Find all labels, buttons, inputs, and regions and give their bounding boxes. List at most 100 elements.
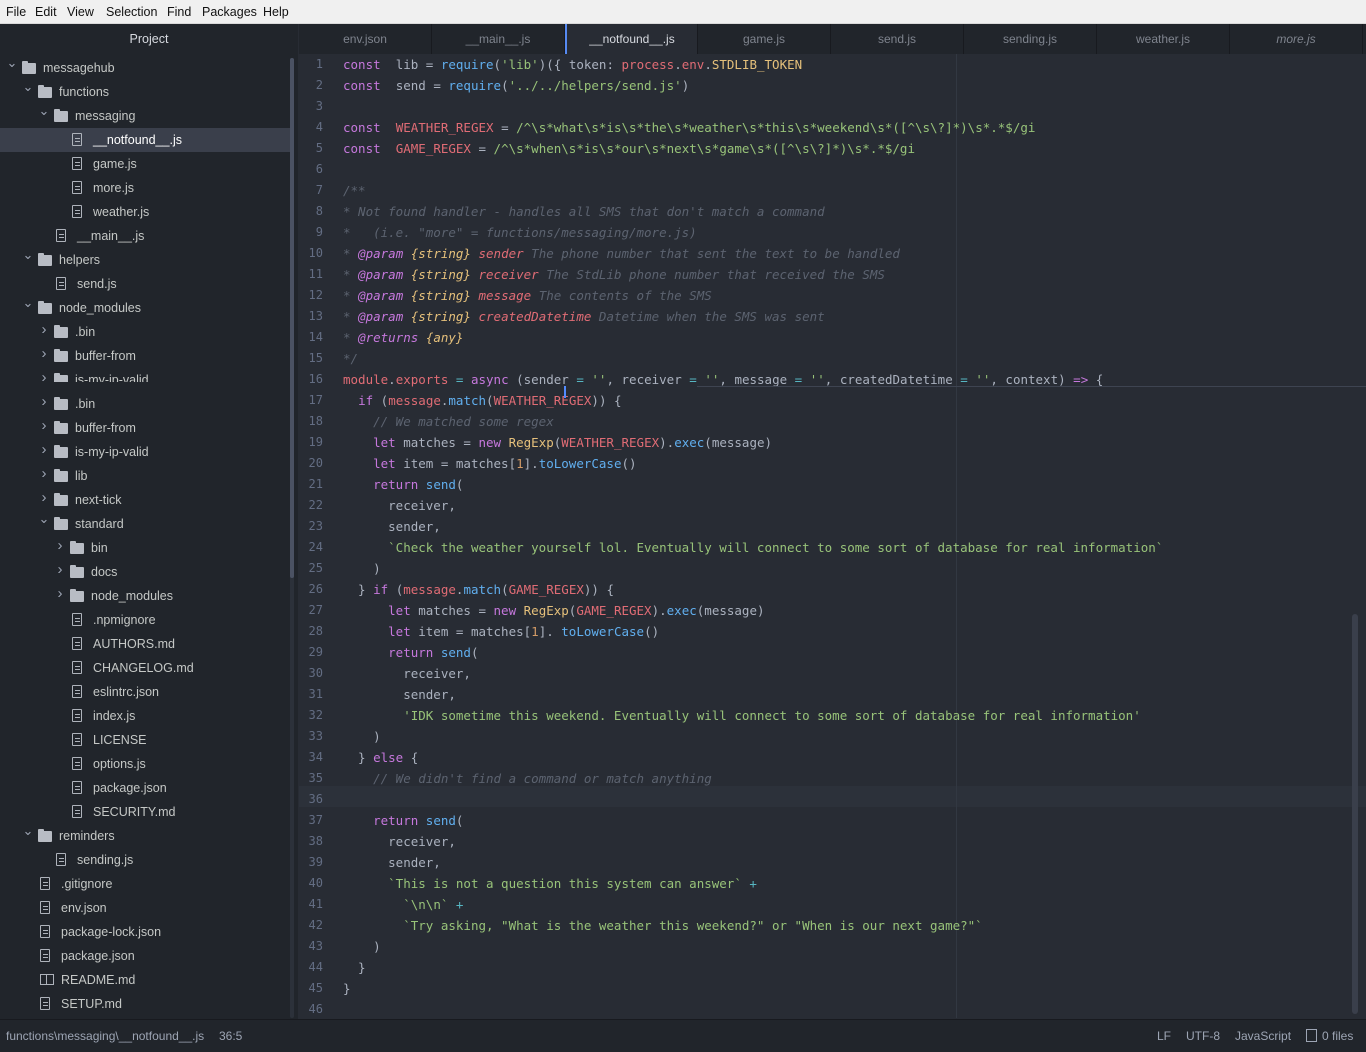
menu-file[interactable]: File — [6, 5, 26, 19]
tab-send-js[interactable]: send.js — [831, 24, 964, 54]
tree-file[interactable]: .gitignore — [0, 872, 290, 896]
code-line[interactable]: /** — [343, 180, 366, 201]
code-line[interactable]: const send = require('../../helpers/send… — [343, 75, 689, 96]
tree-file[interactable]: send.js — [0, 272, 290, 296]
chevron-right-icon[interactable]: › — [38, 394, 50, 409]
code-line[interactable]: } — [343, 957, 366, 978]
tree-folder[interactable]: ⌄ messagehub — [0, 56, 290, 80]
chevron-right-icon[interactable]: › — [38, 418, 50, 433]
chevron-down-icon[interactable]: ⌄ — [22, 80, 34, 94]
tree-file[interactable]: CHANGELOG.md — [0, 656, 290, 680]
tree-folder[interactable]: › bin — [0, 536, 290, 560]
tree-folder[interactable]: › next-tick — [0, 488, 290, 512]
code-line[interactable]: } else { — [343, 747, 418, 768]
chevron-right-icon[interactable]: › — [54, 562, 66, 577]
tree-folder[interactable]: › node_modules — [0, 584, 290, 608]
code-editor[interactable]: 1 2 3 4 5 6 7 8 9 10 11 12 13 14 15 16 17 18 19 20 21 22 23 24 2… — [299, 54, 1366, 1018]
tree-file[interactable]: package.json — [0, 776, 290, 800]
code-line[interactable]: const WEATHER_REGEX = /^\s*what\s*is\s*t… — [343, 117, 1035, 138]
tab-sending-js[interactable]: sending.js — [964, 24, 1097, 54]
tree-file[interactable]: options.js — [0, 752, 290, 776]
code-line[interactable]: * @param {string} sender The phone numbe… — [343, 243, 900, 264]
code-line[interactable]: const lib = require('lib')({ token: proc… — [343, 54, 802, 75]
chevron-right-icon[interactable]: › — [38, 346, 50, 361]
code-line[interactable]: * @param {string} receiver The StdLib ph… — [343, 264, 885, 285]
tree-folder[interactable]: › is-my-ip-valid — [0, 368, 290, 382]
tree-file[interactable]: .npmignore — [0, 608, 290, 632]
tree-folder[interactable]: ⌄ standard — [0, 512, 290, 536]
code-line[interactable]: */ — [343, 348, 358, 369]
code-line[interactable]: * @returns {any} — [343, 327, 463, 348]
chevron-right-icon[interactable]: › — [54, 538, 66, 553]
tree-folder[interactable]: ⌄ reminders — [0, 824, 290, 848]
code-line[interactable]: let matches = new RegExp(WEATHER_REGEX).… — [343, 432, 772, 453]
menu-find[interactable]: Find — [167, 5, 191, 19]
tab-main-js[interactable]: __main__.js — [432, 24, 565, 54]
tree-file[interactable]: LICENSE — [0, 728, 290, 752]
menu-selection[interactable]: Selection — [106, 5, 157, 19]
tree-file[interactable]: __main__.js — [0, 224, 290, 248]
tree-scrollbar[interactable] — [290, 58, 294, 1018]
status-cursor-position[interactable]: 36:5 — [219, 1029, 242, 1043]
tree-folder[interactable]: › buffer-from — [0, 344, 290, 368]
code-line[interactable]: `Try asking, "What is the weather this w… — [343, 915, 982, 936]
chevron-down-icon[interactable]: ⌄ — [22, 248, 34, 262]
code-line[interactable]: ) — [343, 726, 381, 747]
tree-file[interactable]: SECURITY.md — [0, 800, 290, 824]
tab-env-json[interactable]: env.json — [299, 24, 432, 54]
tree-file[interactable]: index.js — [0, 704, 290, 728]
tree-file[interactable]: __notfound__.js — [0, 128, 290, 152]
tree-file[interactable]: package.json — [0, 944, 290, 968]
tree-file[interactable]: README.md — [0, 968, 290, 992]
status-grammar[interactable]: JavaScript — [1235, 1029, 1291, 1043]
chevron-right-icon[interactable]: › — [38, 322, 50, 337]
menu-edit[interactable]: Edit — [35, 5, 57, 19]
tree-file[interactable]: package-lock.json — [0, 920, 290, 944]
code-line[interactable]: let matches = new RegExp(GAME_REGEX).exe… — [343, 600, 764, 621]
chevron-right-icon[interactable]: › — [38, 442, 50, 457]
menu-help[interactable]: Help — [263, 5, 289, 19]
status-line-ending[interactable]: LF — [1157, 1029, 1171, 1043]
tree-folder[interactable]: ⌄ functions — [0, 80, 290, 104]
tab-more-js[interactable]: more.js — [1230, 24, 1363, 54]
chevron-right-icon[interactable]: › — [38, 466, 50, 481]
tab-game-js[interactable]: game.js — [698, 24, 831, 54]
tree-file[interactable]: weather.js — [0, 200, 290, 224]
code-line[interactable]: `This is not a question this system can … — [343, 873, 757, 894]
code-line[interactable]: receiver, — [343, 663, 471, 684]
tab-notfound-js[interactable]: __notfound__.js — [565, 24, 698, 54]
chevron-down-icon[interactable]: ⌄ — [22, 296, 34, 310]
chevron-down-icon[interactable]: ⌄ — [22, 824, 34, 838]
tree-file[interactable]: eslintrc.json — [0, 680, 290, 704]
code-line[interactable]: sender, — [343, 852, 441, 873]
tree-folder[interactable]: › buffer-from — [0, 416, 290, 440]
status-file-path[interactable]: functions\messaging\__notfound__.js — [6, 1029, 204, 1043]
code-line[interactable]: const GAME_REGEX = /^\s*when\s*is\s*our\… — [343, 138, 915, 159]
tab-weather-js[interactable]: weather.js — [1097, 24, 1230, 54]
code-line[interactable]: receiver, — [343, 831, 456, 852]
tree-folder[interactable]: ⌄ messaging — [0, 104, 290, 128]
chevron-down-icon[interactable]: ⌄ — [6, 56, 18, 70]
editor-scrollbar[interactable] — [1352, 614, 1358, 1014]
code-line[interactable]: * @param {string} message The contents o… — [343, 285, 712, 306]
code-line[interactable]: return send( — [343, 810, 463, 831]
code-line[interactable]: 'IDK sometime this weekend. Eventually w… — [343, 705, 1141, 726]
code-line[interactable]: `Check the weather yourself lol. Eventua… — [343, 537, 1163, 558]
chevron-down-icon[interactable]: ⌄ — [38, 512, 50, 526]
menu-packages[interactable]: Packages — [202, 5, 257, 19]
code-line[interactable]: // We didn't find a command or match any… — [343, 768, 712, 789]
tree-file[interactable]: env.json — [0, 896, 290, 920]
tree-file[interactable]: sending.js — [0, 848, 290, 872]
status-files-count[interactable]: 0 files — [1322, 1029, 1353, 1043]
tree-folder[interactable]: › lib — [0, 464, 290, 488]
code-line[interactable]: } — [343, 978, 351, 999]
tree-folder[interactable]: › .bin — [0, 392, 290, 416]
tree-scrollbar-thumb[interactable] — [290, 58, 294, 578]
tree-folder[interactable]: › docs — [0, 560, 290, 584]
tree-folder[interactable]: › .bin — [0, 320, 290, 344]
menu-view[interactable]: View — [67, 5, 94, 19]
code-line[interactable]: return send( — [343, 474, 463, 495]
chevron-right-icon[interactable]: › — [54, 586, 66, 601]
tree-folder[interactable]: ⌄ helpers — [0, 248, 290, 272]
tree-folder[interactable]: ⌄ node_modules — [0, 296, 290, 320]
